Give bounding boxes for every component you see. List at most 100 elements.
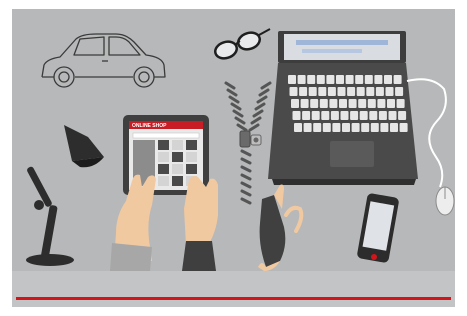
product-tile: [172, 140, 183, 150]
zipper-tooth: [260, 81, 272, 90]
product-tile: [186, 152, 197, 162]
zipper-tooth: [228, 95, 240, 104]
laptop-key: [351, 123, 360, 132]
laptop-key: [340, 111, 349, 120]
accent-line: [16, 297, 451, 300]
zipper-tooth: [258, 88, 270, 97]
product-tile: [158, 164, 169, 174]
laptop-key: [377, 99, 386, 108]
laptop-key: [311, 111, 320, 120]
laptop-key: [327, 87, 336, 96]
laptop-key: [308, 87, 317, 96]
laptop-key: [330, 111, 339, 120]
laptop-key: [289, 87, 298, 96]
zipper-tooth: [240, 149, 252, 157]
laptop-key: [326, 75, 335, 84]
laptop-key: [319, 99, 328, 108]
laptop-key: [294, 123, 302, 132]
zipper-tooth: [252, 109, 264, 118]
laptop-key: [291, 99, 299, 108]
laptop-key: [345, 75, 354, 84]
scene: ONLINE SHOP: [26, 28, 455, 271]
product-tile: [158, 152, 169, 162]
zipper-tooth: [240, 197, 252, 205]
zipper-tooth: [240, 189, 252, 197]
laptop-key: [288, 75, 296, 84]
laptop-key: [378, 111, 387, 120]
laptop-touchpad: [330, 141, 374, 167]
product-tile: [186, 164, 197, 174]
laptop-key: [370, 123, 379, 132]
laptop-key: [299, 87, 308, 96]
zipper-tooth: [240, 181, 252, 189]
laptop-key: [332, 123, 341, 132]
laptop-key: [396, 99, 405, 108]
laptop-key: [387, 99, 395, 108]
laptop-key: [390, 123, 398, 132]
tablet-header-label: ONLINE SHOP: [132, 123, 167, 129]
zipper-tooth: [248, 123, 260, 132]
zipper-tooth: [234, 116, 246, 125]
laptop-key: [313, 123, 322, 132]
product-tile: [158, 176, 169, 186]
laptop-key: [336, 75, 344, 84]
zipper-tooth: [224, 81, 236, 90]
zipper-tooth: [240, 173, 252, 181]
laptop-key: [385, 87, 394, 96]
laptop-key: [339, 99, 347, 108]
zipper-tooth: [230, 102, 242, 111]
illustration-panel: ONLINE SHOP: [12, 9, 455, 307]
laptop-key: [329, 99, 338, 108]
laptop-key: [375, 87, 384, 96]
laptop-key: [361, 123, 370, 132]
laptop-key: [303, 123, 312, 132]
zipper-tooth: [232, 109, 244, 118]
laptop-key: [348, 99, 357, 108]
laptop-key: [307, 75, 316, 84]
laptop-key: [297, 75, 306, 84]
zipper-tooth: [256, 95, 268, 104]
laptop-key: [369, 111, 378, 120]
glove-icon: [258, 184, 304, 271]
mouse-icon: [435, 186, 455, 216]
laptop-key: [358, 99, 367, 108]
laptop-key: [342, 123, 350, 132]
product-tile: [172, 176, 183, 186]
product-tile: [172, 152, 183, 162]
glasses-icon: [214, 28, 271, 60]
smartphone-icon: [357, 193, 399, 263]
product-tile: [186, 140, 197, 150]
desk-lamp-icon: [26, 125, 104, 266]
laptop-key: [393, 75, 402, 84]
laptop-key: [321, 111, 330, 120]
laptop-key: [316, 75, 325, 84]
car-icon: [41, 33, 166, 88]
laptop-key: [374, 75, 383, 84]
laptop-key: [380, 123, 389, 132]
laptop-key: [300, 99, 309, 108]
zipper-tooth: [254, 102, 266, 111]
laptop-key: [355, 75, 364, 84]
laptop-key: [366, 87, 375, 96]
laptop-key: [359, 111, 368, 120]
laptop-key: [384, 75, 392, 84]
laptop-key: [367, 99, 376, 108]
illustration-frame: ONLINE SHOP: [0, 0, 467, 316]
laptop-key: [388, 111, 397, 120]
laptop-key: [398, 111, 407, 120]
laptop-key: [350, 111, 359, 120]
laptop-key: [364, 75, 373, 84]
laptop-key: [322, 123, 331, 132]
product-tile: [158, 140, 169, 150]
laptop-key: [356, 87, 365, 96]
product-tile: [172, 164, 183, 174]
laptop-key: [395, 87, 404, 96]
zipper-tooth: [226, 88, 238, 97]
zipper-tooth: [250, 116, 262, 125]
laptop-key: [310, 99, 319, 108]
laptop-key: [347, 87, 356, 96]
laptop-key: [292, 111, 301, 120]
zipper-tooth: [236, 123, 248, 132]
laptop-key: [337, 87, 346, 96]
laptop-key: [399, 123, 408, 132]
